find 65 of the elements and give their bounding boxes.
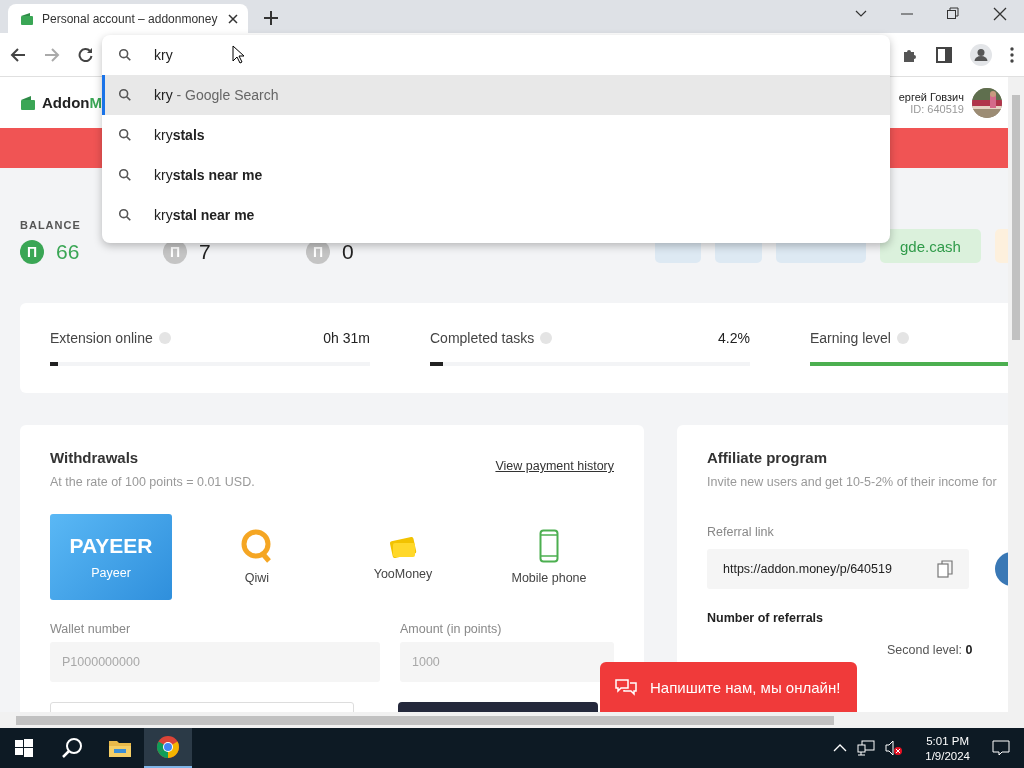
cursor-icon <box>232 45 244 64</box>
notification-icon[interactable] <box>992 740 1010 756</box>
vertical-scrollbar[interactable] <box>1008 77 1024 712</box>
search-icon <box>118 88 132 102</box>
balance-value: 7 <box>199 240 211 264</box>
stat-label: Completed tasks <box>430 330 535 346</box>
card-title: Affiliate program <box>707 449 828 466</box>
stat-value: 4.2% <box>718 330 750 346</box>
wallet-icon <box>20 95 36 110</box>
search-icon <box>118 208 132 222</box>
input-field[interactable]: P1000000000 <box>50 642 380 682</box>
chat-icon <box>614 677 638 697</box>
copy-icon[interactable] <box>937 560 953 578</box>
field-label: Amount (in points) <box>400 622 503 636</box>
profile-icon[interactable] <box>970 43 992 66</box>
phone-icon <box>539 529 559 563</box>
address-field[interactable]: kry <box>154 40 454 70</box>
user-name: ергей Говзич <box>898 90 964 103</box>
balance-label: BALANCE <box>20 219 82 231</box>
search-icon <box>118 128 132 142</box>
field-label: Referral link <box>707 525 775 539</box>
network-icon[interactable] <box>857 740 876 756</box>
clock[interactable]: 5:01 PM 1/9/2024 <box>925 734 970 762</box>
referral-link-field[interactable]: https://addon.money/p/640519 <box>707 549 969 589</box>
balance-value: 0 <box>342 240 354 264</box>
referrals-title: Number of referrals <box>707 611 824 625</box>
muted-speaker-icon[interactable] <box>885 740 904 756</box>
new-tab-icon[interactable] <box>264 11 278 25</box>
suggestion-item[interactable]: krystals near me <box>102 155 890 195</box>
horizontal-scrollbar[interactable] <box>0 712 1024 728</box>
search-icon <box>118 168 132 182</box>
reload-icon[interactable] <box>78 46 94 63</box>
menu-icon[interactable] <box>1010 46 1014 63</box>
site-logo[interactable]: AddonM <box>42 94 102 111</box>
card-subtitle: At the rate of 100 points = 0.01 USD. <box>50 475 255 489</box>
folder-icon <box>108 738 132 758</box>
stat-label: Extension online <box>50 330 153 346</box>
chat-button[interactable]: Напишите нам, мы онлайн! <box>600 662 857 712</box>
close-icon[interactable] <box>993 7 1007 21</box>
search-icon <box>118 48 132 62</box>
chevron-up-icon[interactable] <box>833 743 848 753</box>
search-icon <box>61 737 83 759</box>
back-icon[interactable] <box>10 46 26 63</box>
qiwi-icon <box>240 529 274 563</box>
suggestion-item[interactable]: krystals <box>102 115 890 155</box>
stat-label: Earning level <box>810 330 891 346</box>
card-title: Withdrawals <box>50 449 140 466</box>
browser-tab[interactable]: Personal account – addonmoney <box>8 4 248 33</box>
balance-value: 66 <box>56 240 80 264</box>
second-level-count: Second level: 0 <box>887 643 974 657</box>
field-label: Wallet number <box>50 622 132 636</box>
suggestion-item[interactable]: kry - Google Search <box>102 75 890 115</box>
windows-icon <box>15 739 33 757</box>
chrome-icon <box>156 735 180 759</box>
wallet-icon <box>20 12 34 25</box>
user-id: ID: 640519 <box>910 102 964 115</box>
close-icon[interactable] <box>228 13 238 24</box>
taskbar-app[interactable] <box>144 728 192 768</box>
points-badge: П <box>20 240 44 264</box>
payment-history-link[interactable]: View payment history <box>495 459 614 473</box>
input-field[interactable]: 1000 <box>400 642 614 682</box>
card-subtitle: Invite new users and get 10-5-2% of their income for <box>707 475 998 489</box>
stat-value: 0h 31m <box>323 330 370 346</box>
side-panel-icon[interactable] <box>936 46 952 63</box>
restore-icon[interactable] <box>947 7 959 21</box>
